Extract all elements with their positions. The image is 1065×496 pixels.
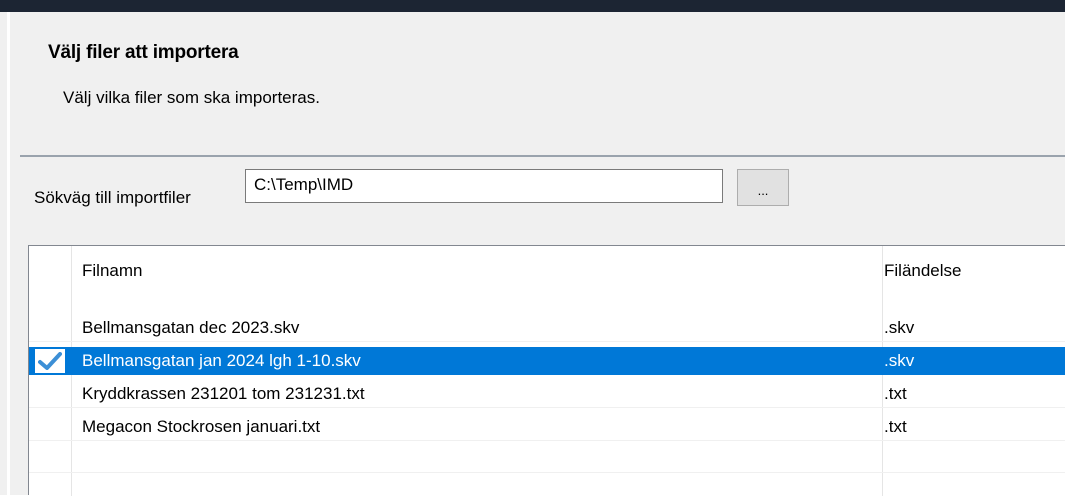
row-extension: .txt xyxy=(884,417,907,436)
checkmark-icon xyxy=(38,352,62,370)
dialog-header: Välj filer att importera Välj vilka file… xyxy=(10,12,1065,155)
column-header-extension[interactable]: Filändelse xyxy=(884,246,1065,296)
row-filename: Bellmansgatan jan 2024 lgh 1-10.skv xyxy=(82,351,361,370)
row-filename: Kryddkrassen 231201 tom 231231.txt xyxy=(82,384,365,403)
column-header-filename[interactable]: Filnamn xyxy=(82,246,882,296)
row-check-cell[interactable] xyxy=(29,314,71,342)
dialog-subtitle: Välj vilka filer som ska importeras. xyxy=(63,88,320,107)
row-check-cell[interactable] xyxy=(29,347,71,375)
row-check-cell[interactable] xyxy=(29,380,71,408)
empty-row xyxy=(29,445,1065,473)
table-row-selected[interactable]: Bellmansgatan jan 2024 lgh 1-10.skv .skv xyxy=(29,347,1065,375)
row-filename: Megacon Stockrosen januari.txt xyxy=(82,417,321,436)
row-extension: .txt xyxy=(884,384,907,403)
browse-button[interactable]: ... xyxy=(737,169,789,206)
table-row[interactable]: Kryddkrassen 231201 tom 231231.txt .txt xyxy=(29,380,1065,408)
window-title-bar xyxy=(0,0,1065,12)
row-extension: .skv xyxy=(884,351,915,370)
dialog-title: Välj filer att importera xyxy=(48,42,239,63)
file-grid: Filnamn Filändelse Bellmansgatan dec 202… xyxy=(28,245,1065,496)
path-input[interactable] xyxy=(245,169,723,203)
row-check-cell[interactable] xyxy=(29,413,71,441)
row-filename: Bellmansgatan dec 2023.skv xyxy=(82,318,300,337)
path-label: Sökväg till importfiler xyxy=(34,188,191,207)
row-extension: .skv xyxy=(884,318,915,337)
window-left-edge xyxy=(0,12,7,495)
column-header-check[interactable] xyxy=(29,246,71,296)
header-separator xyxy=(20,155,1065,157)
table-row[interactable]: Megacon Stockrosen januari.txt .txt xyxy=(29,413,1065,441)
table-row[interactable]: Bellmansgatan dec 2023.skv .skv xyxy=(29,314,1065,342)
import-dialog: Välj filer att importera Välj vilka file… xyxy=(10,12,1065,496)
